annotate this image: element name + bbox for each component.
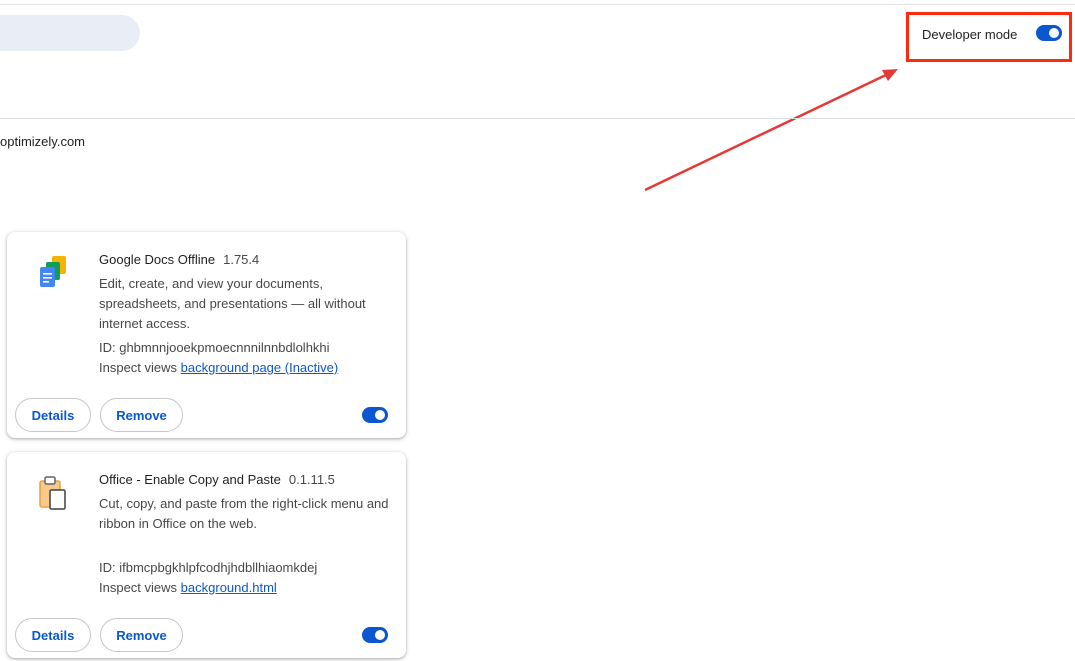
google-docs-icon (40, 256, 66, 287)
header-divider (0, 118, 1075, 119)
clipboard-icon (39, 476, 66, 510)
extension-name: Google Docs Offline (99, 252, 216, 267)
extension-id: ID: ifbmcpbgkhlpfcodhjhdbllhiaomkdej (99, 560, 318, 575)
extension-version: 1.75.4 (223, 252, 260, 267)
site-label: optimizely.com (0, 134, 86, 149)
toggle-knob (375, 630, 385, 640)
inspect-views-label: Inspect views (99, 580, 178, 595)
inspect-views-link[interactable]: background page (Inactive) (181, 360, 339, 375)
extension-id: ID: ghbmnnjooekpmoecnnnilnnbdlolhkhi (99, 340, 330, 355)
extension-enable-toggle[interactable] (362, 407, 388, 423)
top-divider (0, 4, 1075, 5)
extension-version: 0.1.11.5 (288, 472, 335, 487)
inspect-views-link[interactable]: background.html (181, 580, 277, 595)
extension-card-google-docs-offline: Google Docs Offline 1.75.4 Edit, create,… (7, 232, 406, 438)
details-button[interactable]: Details (15, 398, 91, 432)
remove-button[interactable]: Remove (100, 618, 183, 652)
extension-description: Edit, create, and view your documents, s… (99, 276, 366, 331)
extension-description: Cut, copy, and paste from the right-clic… (99, 496, 389, 531)
extension-name: Office - Enable Copy and Paste (99, 472, 281, 487)
annotation-highlight-box (906, 12, 1072, 62)
extension-card-office-copy-paste: Office - Enable Copy and Paste 0.1.11.5 … (7, 452, 406, 658)
search-input[interactable] (0, 15, 140, 51)
extension-enable-toggle[interactable] (362, 627, 388, 643)
toggle-knob (375, 410, 385, 420)
remove-button[interactable]: Remove (100, 398, 183, 432)
inspect-views-label: Inspect views (99, 360, 178, 375)
details-button[interactable]: Details (15, 618, 91, 652)
